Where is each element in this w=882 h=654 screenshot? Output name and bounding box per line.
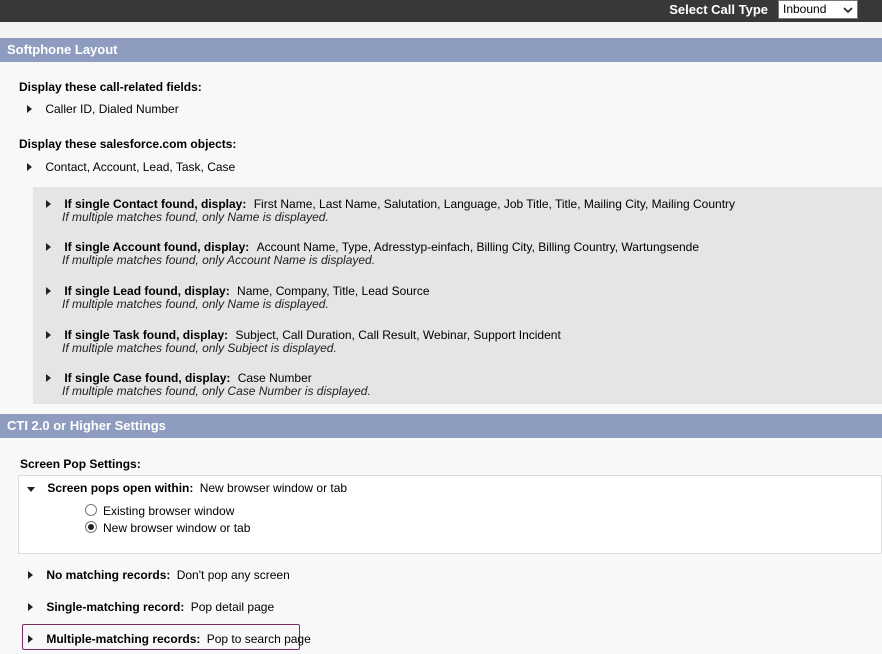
object-detail-label: If single Contact found, display: — [64, 197, 247, 211]
object-detail-account[interactable]: If single Account found, display: Accoun… — [46, 240, 699, 254]
objects-value: Contact, Account, Lead, Task, Case — [45, 160, 236, 174]
expand-arrow-icon — [46, 243, 51, 251]
expand-arrow-icon — [46, 287, 51, 295]
option-new-window-label: New browser window or tab — [103, 521, 251, 535]
object-detail-lead[interactable]: If single Lead found, display: Name, Com… — [46, 284, 430, 298]
object-detail-note: If multiple matches found, only Name is … — [62, 210, 329, 224]
object-detail-contact[interactable]: If single Contact found, display: First … — [46, 197, 735, 211]
rule-single-matching[interactable]: Single-matching record: Pop detail page — [28, 600, 274, 614]
object-detail-note: If multiple matches found, only Name is … — [62, 297, 329, 311]
rule-multiple-matching[interactable]: Multiple-matching records: Pop to search… — [28, 632, 311, 646]
chevron-down-icon — [843, 7, 853, 14]
object-detail-note: If multiple matches found, only Case Num… — [62, 384, 371, 398]
call-type-select[interactable]: Inbound — [778, 0, 858, 19]
object-detail-value: Account Name, Type, Adresstyp-einfach, B… — [256, 240, 700, 254]
object-detail-value: Subject, Call Duration, Call Result, Web… — [235, 328, 561, 342]
open-within-value: New browser window or tab — [199, 481, 348, 495]
object-detail-label: If single Lead found, display: — [64, 284, 230, 298]
object-detail-value: Name, Company, Title, Lead Source — [237, 284, 430, 298]
objects-row[interactable]: Contact, Account, Lead, Task, Case — [27, 160, 235, 174]
open-within-row[interactable]: Screen pops open within: New browser win… — [27, 481, 347, 495]
object-detail-value: First Name, Last Name, Salutation, Langu… — [253, 197, 736, 211]
call-fields-value: Caller ID, Dialed Number — [45, 102, 179, 116]
collapse-arrow-icon — [27, 487, 35, 492]
rule-label: No matching records: — [46, 568, 171, 582]
expand-arrow-icon — [46, 331, 51, 339]
radio-new-window[interactable] — [85, 521, 97, 533]
call-fields-row[interactable]: Caller ID, Dialed Number — [27, 102, 179, 116]
expand-arrow-icon — [28, 635, 33, 643]
top-bar: Select Call Type Inbound — [0, 0, 882, 22]
expand-arrow-icon — [46, 200, 51, 208]
expand-arrow-icon — [28, 603, 33, 611]
open-within-label: Screen pops open within: — [47, 481, 194, 495]
cti-section-header: CTI 2.0 or Higher Settings — [0, 414, 882, 438]
object-detail-value: Case Number — [237, 371, 312, 385]
objects-heading: Display these salesforce.com objects: — [19, 137, 237, 151]
call-type-value: Inbound — [783, 2, 827, 16]
object-detail-task[interactable]: If single Task found, display: Subject, … — [46, 328, 561, 342]
call-fields-heading: Display these call-related fields: — [19, 80, 202, 94]
object-detail-note: If multiple matches found, only Subject … — [62, 341, 337, 355]
object-detail-label: If single Account found, display: — [64, 240, 250, 254]
rule-value: Pop detail page — [190, 600, 275, 614]
screen-pop-heading: Screen Pop Settings: — [20, 457, 141, 471]
rule-value: Don't pop any screen — [176, 568, 290, 582]
option-existing-window-label: Existing browser window — [103, 504, 235, 518]
rule-value: Pop to search page — [206, 632, 311, 646]
expand-arrow-icon — [46, 374, 51, 382]
radio-existing-window[interactable] — [85, 504, 97, 516]
expand-arrow-icon — [28, 571, 33, 579]
softphone-section-header: Softphone Layout — [0, 38, 882, 62]
object-detail-note: If multiple matches found, only Account … — [62, 253, 376, 267]
rule-no-matching[interactable]: No matching records: Don't pop any scree… — [28, 568, 290, 582]
call-type-label: Select Call Type — [669, 2, 768, 17]
rule-label: Single-matching record: — [46, 600, 185, 614]
rule-label: Multiple-matching records: — [46, 632, 201, 646]
object-detail-label: If single Case found, display: — [64, 371, 231, 385]
expand-arrow-icon — [27, 163, 32, 171]
object-detail-label: If single Task found, display: — [64, 328, 229, 342]
object-detail-case[interactable]: If single Case found, display: Case Numb… — [46, 371, 312, 385]
expand-arrow-icon — [27, 105, 32, 113]
